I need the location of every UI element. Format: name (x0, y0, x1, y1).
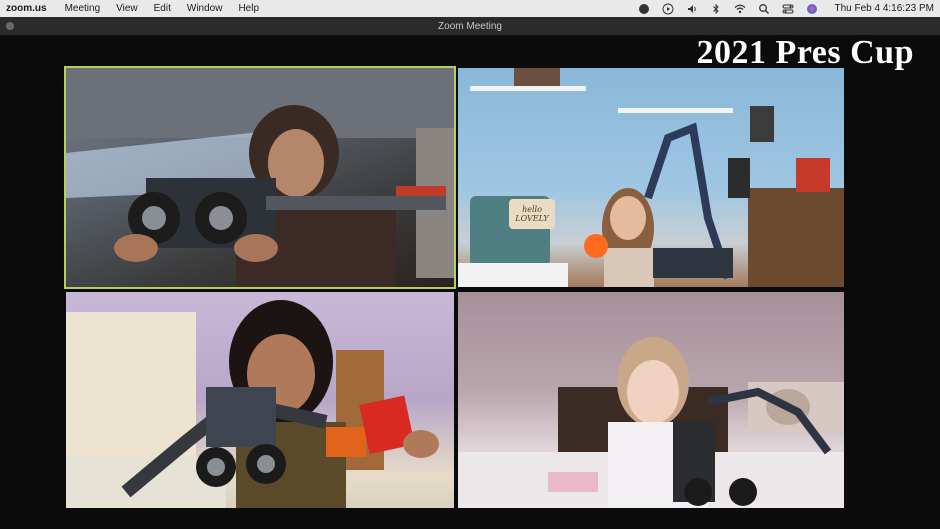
bluetooth-icon[interactable] (710, 3, 722, 15)
window-close-button[interactable] (6, 22, 14, 30)
participant-video (66, 68, 454, 287)
video-tile-4[interactable] (458, 292, 844, 508)
participant-video (458, 292, 844, 508)
play-icon[interactable] (662, 3, 674, 15)
menu-meeting[interactable]: Meeting (65, 3, 101, 14)
window-title: Zoom Meeting (438, 20, 502, 32)
siri-icon[interactable] (806, 3, 818, 15)
menu-edit[interactable]: Edit (154, 3, 171, 14)
wifi-icon[interactable] (734, 3, 746, 15)
participant-video (66, 292, 454, 508)
participant-video (458, 68, 844, 287)
status-area: Thu Feb 4 4:16:23 PM (638, 3, 934, 15)
menu-view[interactable]: View (116, 3, 138, 14)
control-center-icon[interactable] (782, 3, 794, 15)
menu-app-zoom[interactable]: zoom.us (6, 3, 47, 14)
volume-icon[interactable] (686, 3, 698, 15)
overlay-title: 2021 Pres Cup (696, 34, 914, 71)
video-tile-2[interactable]: hello LOVELY (458, 68, 844, 287)
sign-line-2: LOVELY (515, 214, 549, 223)
menu-bar: zoom.us Meeting View Edit Window Help Th… (0, 0, 940, 17)
menu-clock[interactable]: Thu Feb 4 4:16:23 PM (834, 3, 934, 14)
video-tile-1[interactable] (66, 68, 454, 287)
creative-cloud-icon[interactable] (638, 3, 650, 15)
sign-line-1: hello (522, 205, 542, 214)
pillow-sign: hello LOVELY (509, 199, 555, 229)
search-icon[interactable] (758, 3, 770, 15)
menu-window[interactable]: Window (187, 3, 223, 14)
window-titlebar: Zoom Meeting (0, 17, 940, 35)
menu-help[interactable]: Help (238, 3, 259, 14)
video-tile-3[interactable] (66, 292, 454, 508)
